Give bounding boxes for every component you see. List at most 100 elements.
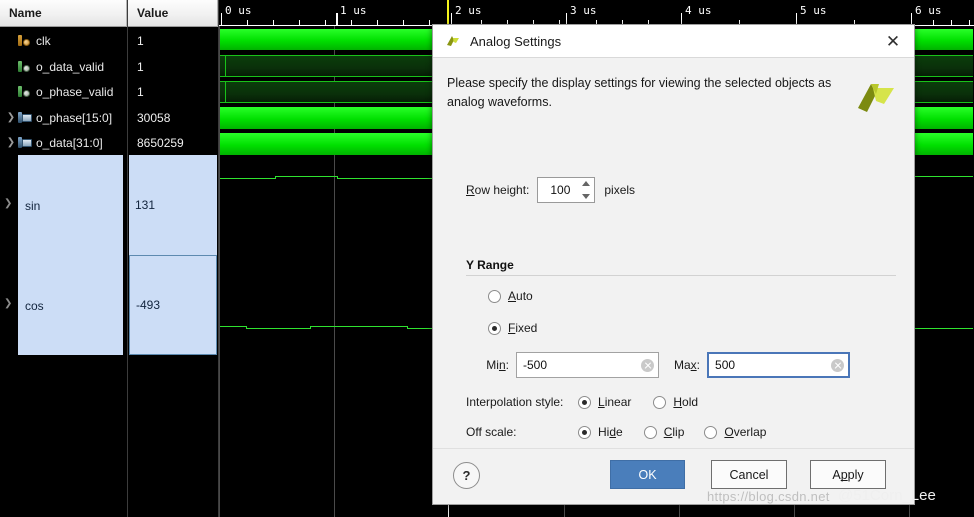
ruler-label: 6 us — [915, 4, 942, 17]
analog-settings-dialog: Analog Settings ✕ Please specify the dis… — [432, 24, 915, 505]
time-cursor[interactable] — [447, 0, 449, 26]
ruler-label: 3 us — [570, 4, 597, 17]
radio-off-scale-hide[interactable]: Hide — [578, 425, 623, 439]
bus-signal-icon — [18, 111, 32, 124]
radio-icon-selected[interactable] — [578, 425, 591, 439]
chevron-up-icon[interactable] — [582, 181, 591, 186]
value-row-sin: 131 — [129, 155, 217, 255]
radio-label: Clip — [663, 425, 685, 439]
watermark-url: https://blog.csdn.net — [707, 489, 830, 504]
dialog-title: Analog Settings — [470, 33, 562, 49]
radio-label: Fixed — [508, 321, 538, 335]
chevron-right-icon[interactable]: ❯ — [4, 112, 18, 123]
clear-icon[interactable] — [831, 358, 845, 372]
interpolation-row: Interpolation style: Linear Hold — [466, 395, 698, 409]
signal-row-cos[interactable]: cos — [18, 255, 123, 355]
bus-signal-icon — [18, 136, 32, 149]
radio-icon[interactable] — [488, 289, 501, 303]
signal-value: 1 — [137, 84, 144, 99]
signal-row-o-phase[interactable]: ❯ o_phase[15:0] — [0, 105, 127, 130]
chevron-right-icon[interactable]: ❯ — [4, 298, 12, 309]
signal-value: 30058 — [137, 110, 171, 125]
radio-y-range-auto[interactable]: Auto — [488, 289, 533, 303]
signal-row-clk[interactable]: clk — [0, 28, 127, 53]
time-ruler[interactable]: 0 us 1 us 2 us 3 us 4 us 5 us 6 us — [219, 0, 974, 26]
waveform-window: Name clk o_data_valid o_phase_valid ❯ o_… — [0, 0, 974, 517]
radio-interpolation-linear[interactable]: Linear — [578, 395, 631, 409]
signal-value: 1 — [137, 33, 144, 48]
off-scale-row: Off scale: Hide Clip Overlap — [466, 425, 766, 439]
radio-icon[interactable] — [653, 395, 667, 409]
ruler-label: 1 us — [340, 4, 367, 17]
max-input[interactable]: 500 — [707, 352, 851, 378]
dialog-title-bar[interactable]: Analog Settings ✕ — [433, 25, 914, 58]
signal-value: 8650259 — [137, 135, 184, 150]
ok-button[interactable]: OK — [610, 460, 685, 489]
signal-name: o_phase_valid — [36, 84, 114, 99]
radio-icon[interactable] — [643, 425, 657, 439]
min-label: Min: — [486, 358, 509, 372]
max-value[interactable]: 500 — [715, 358, 831, 372]
max-label: Max: — [674, 358, 701, 372]
chevron-right-icon[interactable]: ❯ — [4, 198, 12, 209]
radio-icon-selected[interactable] — [578, 395, 591, 409]
min-input[interactable]: -500 — [516, 352, 659, 378]
row-height-stepper[interactable]: 100 — [537, 177, 596, 203]
radio-label: Hide — [598, 425, 623, 439]
chevron-down-icon[interactable] — [582, 194, 591, 199]
value-row-o-phase-valid: 1 — [128, 79, 218, 104]
value-row-o-phase: 30058 — [128, 105, 218, 130]
row-height-row: Row height: 100 pixels — [466, 177, 635, 203]
min-value[interactable]: -500 — [523, 358, 641, 372]
dialog-body: Please specify the display settings for … — [433, 58, 914, 480]
clear-icon[interactable] — [641, 358, 654, 372]
min-max-row: Min: -500 Max: 500 — [433, 352, 851, 378]
interpolation-label: Interpolation style: — [466, 395, 564, 409]
ruler-label: 2 us — [455, 4, 482, 17]
cancel-button[interactable]: Cancel — [711, 460, 787, 489]
radio-icon-selected[interactable] — [488, 321, 501, 335]
signal-name: o_data_valid — [36, 59, 105, 74]
apply-button[interactable]: Apply — [810, 460, 886, 489]
signal-name: o_data[31:0] — [36, 135, 103, 150]
radio-interpolation-hold[interactable]: Hold — [653, 395, 698, 409]
radio-y-range-fixed[interactable]: Fixed — [488, 321, 537, 335]
signal-row-o-data[interactable]: ❯ o_data[31:0] — [0, 130, 127, 155]
signal-name: o_phase[15:0] — [36, 110, 113, 125]
wave-signal-icon — [18, 60, 31, 73]
value-column-label: Value — [137, 6, 169, 20]
vivado-logo-large-icon — [855, 78, 897, 118]
wave-signal-icon — [18, 85, 31, 98]
value-row-o-data-valid: 1 — [128, 54, 218, 79]
close-icon[interactable]: ✕ — [880, 28, 906, 54]
radio-label: Auto — [508, 289, 533, 303]
y-range-section-title: Y Range — [466, 258, 514, 272]
off-scale-label: Off scale: — [466, 425, 517, 439]
radio-icon[interactable] — [704, 425, 718, 439]
value-row-cos: -493 — [129, 255, 217, 355]
vivado-logo-icon — [445, 33, 462, 49]
name-panel: Name clk o_data_valid o_phase_valid ❯ o_… — [0, 0, 128, 517]
help-button[interactable]: ? — [453, 462, 480, 489]
name-column-header[interactable]: Name — [0, 0, 127, 27]
signal-name: clk — [36, 33, 51, 48]
signal-name: sin — [25, 199, 41, 213]
name-column-label: Name — [9, 6, 42, 20]
clock-signal-icon — [18, 34, 31, 47]
row-height-label: Row height: — [466, 183, 530, 197]
signal-row-o-phase-valid[interactable]: o_phase_valid — [0, 79, 127, 104]
signal-row-sin[interactable]: sin — [18, 155, 123, 255]
value-column-header[interactable]: Value — [128, 0, 218, 27]
signal-value: 131 — [135, 198, 156, 212]
radio-label: Overlap — [724, 425, 767, 439]
y-range-separator — [466, 275, 896, 276]
radio-label: Hold — [673, 395, 699, 409]
radio-off-scale-clip[interactable]: Clip — [643, 425, 685, 439]
chevron-right-icon[interactable]: ❯ — [4, 137, 18, 148]
signal-row-o-data-valid[interactable]: o_data_valid — [0, 54, 127, 79]
radio-label: Linear — [598, 395, 632, 409]
watermark-handle: @51Corn_Lee — [838, 487, 936, 504]
radio-off-scale-overlap[interactable]: Overlap — [704, 425, 766, 439]
ruler-label: 4 us — [685, 4, 712, 17]
ruler-label: 0 us — [225, 4, 252, 17]
